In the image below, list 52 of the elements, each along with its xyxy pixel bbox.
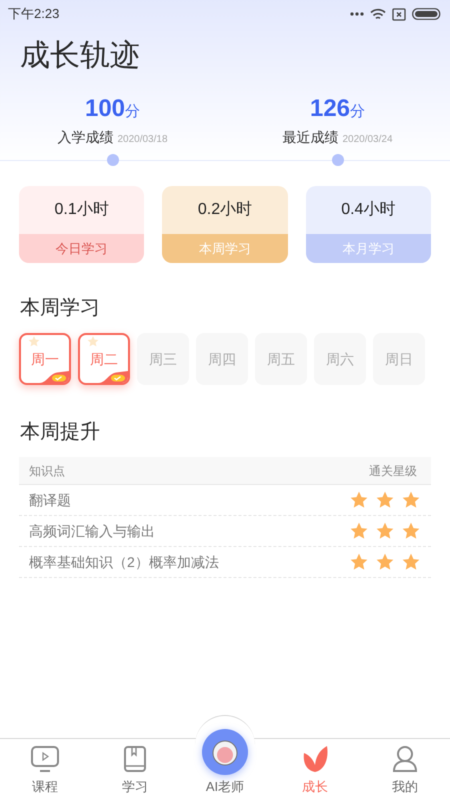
table-cell-text: 翻译题 bbox=[29, 490, 71, 510]
tab-item[interactable]: 学习 bbox=[90, 739, 180, 800]
score-label: 入学成绩 bbox=[57, 128, 114, 147]
stat-value: 0.2小时 bbox=[196, 200, 254, 220]
tab-item[interactable]: 课程 bbox=[0, 739, 90, 800]
book-icon bbox=[123, 744, 147, 772]
column-header: 通关星级 bbox=[369, 462, 417, 480]
score-value: 100分 bbox=[84, 94, 140, 124]
day-label: 周四 bbox=[208, 350, 236, 368]
status-time: 下午2:23 bbox=[8, 5, 60, 24]
star-icon bbox=[401, 552, 421, 572]
more-icon bbox=[350, 12, 364, 16]
tab-item[interactable]: AI老师 bbox=[180, 719, 270, 800]
score-label: 最近成绩 bbox=[282, 128, 338, 147]
stat-label: 本月学习 bbox=[306, 234, 431, 263]
star-icon bbox=[86, 335, 100, 348]
table-cell-text: 概率基础知识（2）概率加减法 bbox=[29, 552, 219, 572]
page-title: 成长轨迹 bbox=[19, 38, 141, 74]
user-icon bbox=[392, 744, 418, 772]
star-icon bbox=[27, 335, 41, 348]
star-icon bbox=[349, 552, 369, 572]
stat-value: 0.1小时 bbox=[54, 200, 110, 220]
star-icon bbox=[375, 552, 395, 572]
stat-value: 0.4小时 bbox=[340, 200, 396, 220]
day-label: 周六 bbox=[326, 350, 354, 368]
wifi-icon bbox=[370, 8, 386, 20]
score-date: 2020/03/18 bbox=[117, 133, 168, 147]
score-date: 2020/03/24 bbox=[342, 133, 393, 147]
section-title: 本周提升 bbox=[19, 420, 101, 445]
section-title: 本周学习 bbox=[19, 296, 101, 321]
star-icon bbox=[375, 490, 395, 510]
star-icon bbox=[349, 490, 369, 510]
day-label: 周五 bbox=[267, 350, 295, 368]
star-icon bbox=[349, 521, 369, 541]
sim-icon bbox=[392, 8, 406, 20]
day-label: 周三 bbox=[149, 350, 177, 368]
leaf-icon bbox=[301, 744, 329, 772]
star-icon bbox=[401, 490, 421, 510]
column-header: 知识点 bbox=[29, 462, 65, 480]
stat-label: 本周学习 bbox=[162, 234, 288, 263]
day-label: 周二 bbox=[90, 350, 118, 368]
star-icon bbox=[375, 521, 395, 541]
stat-label: 今日学习 bbox=[19, 234, 144, 263]
score-value: 126分 bbox=[310, 94, 366, 124]
tv-icon bbox=[30, 744, 60, 772]
day-label: 周日 bbox=[385, 350, 413, 368]
tab-item[interactable]: 成长 bbox=[270, 739, 360, 800]
tab-item[interactable]: 我的 bbox=[360, 739, 450, 800]
star-icon bbox=[401, 521, 421, 541]
day-label: 周一 bbox=[31, 350, 59, 368]
table-cell-text: 高频词汇输入与输出 bbox=[29, 522, 155, 540]
battery-icon bbox=[412, 8, 442, 20]
